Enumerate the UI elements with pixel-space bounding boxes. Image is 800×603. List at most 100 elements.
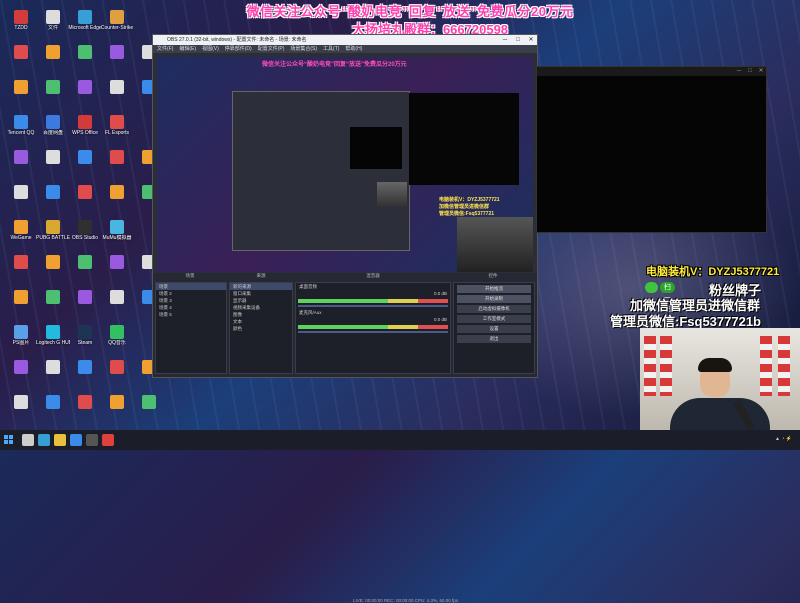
desktop-icon[interactable] [100,148,134,184]
source-item[interactable]: 窗口采集 [230,290,292,297]
minimize-icon[interactable]: ─ [499,35,511,45]
desktop-icon[interactable]: FL Esports [100,113,134,149]
desktop-icon[interactable] [36,253,70,289]
desktop-icon[interactable] [68,148,102,184]
scene-item[interactable]: 场景 3 [156,297,226,304]
desktop-icon[interactable]: WeGame [4,218,38,254]
scene-item[interactable]: 场景 2 [156,290,226,297]
source-item[interactable]: 颜色 [230,325,292,332]
desktop-icon[interactable] [68,183,102,219]
desktop-icon[interactable] [4,393,38,429]
desktop-icon[interactable] [100,43,134,79]
controls-header: 控件 [488,273,498,278]
desktop-icon[interactable]: OBS Studio [68,218,102,254]
desktop-icon[interactable] [100,288,134,324]
source-item[interactable]: 文本 [230,318,292,325]
taskbar-edge-icon[interactable] [38,434,50,446]
control-button[interactable]: 退出 [457,335,531,343]
scene-item[interactable]: 场景 5 [156,311,226,318]
desktop-icon[interactable] [4,253,38,289]
taskbar-obs-icon[interactable] [86,434,98,446]
desktop-icon[interactable] [4,358,38,394]
control-button[interactable]: 工作室模式 [457,315,531,323]
desktop-icon[interactable]: Tencent QQ [4,113,38,149]
desktop-icon[interactable]: 百度网盘 [36,113,70,149]
desktop-icon[interactable]: WPS Office [68,113,102,149]
system-tray[interactable]: ▲ ◔ ⚡ [775,436,792,442]
desktop-icon[interactable] [68,393,102,429]
source-item[interactable]: 视频采集设备 [230,304,292,311]
desktop-icon[interactable] [36,358,70,394]
desktop-icon[interactable] [4,78,38,114]
volume-slider[interactable] [298,305,448,307]
desktop-icon[interactable] [100,183,134,219]
menu-item[interactable]: 帮助(H) [345,46,362,52]
desktop-icon[interactable]: Steam [68,323,102,359]
black-window[interactable]: ─ □ ✕ [536,66,767,233]
desktop-icon[interactable] [36,288,70,324]
desktop-icon[interactable]: PUBG BATTLEGROUNDS [36,218,70,254]
close-icon[interactable]: ✕ [525,35,537,45]
desktop-icon[interactable] [132,393,166,429]
obs-titlebar[interactable]: OBS 27.0.1 (32-bit, windows) - 配置文件: 未命名… [153,35,537,45]
menu-item[interactable]: 配置文件(P) [258,46,285,52]
desktop-icon[interactable]: Counter-Strike [100,8,134,44]
control-button[interactable]: 设置 [457,325,531,333]
desktop-icon[interactable] [36,148,70,184]
obs-preview[interactable]: 微信关注公众号“酸奶电竞”回复“放送”免费瓜分20万元 电脑装机V：DYZJ53… [157,57,533,272]
menu-item[interactable]: 视图(V) [202,46,219,52]
windows-start-icon[interactable] [4,435,14,445]
desktop-icon[interactable]: QQ音乐 [100,323,134,359]
app-icon [46,360,60,374]
desktop-icon[interactable] [100,78,134,114]
taskbar-qq-icon[interactable] [70,434,82,446]
desktop-icon[interactable] [36,43,70,79]
desktop-icon[interactable] [68,253,102,289]
desktop-icon[interactable]: TZDD [4,8,38,44]
volume-slider[interactable] [298,331,448,333]
menu-item[interactable]: 停靠部件(D) [225,46,252,52]
control-button[interactable]: 开始录制 [457,295,531,303]
control-button[interactable]: 开始推流 [457,285,531,293]
menu-item[interactable]: 场景集合(S) [290,46,317,52]
taskbar-search-icon[interactable] [22,434,34,446]
scene-item[interactable]: 场景 [156,283,226,290]
obs-window[interactable]: OBS 27.0.1 (32-bit, windows) - 配置文件: 未命名… [152,34,538,603]
desktop-icon[interactable]: PS图片 [4,323,38,359]
taskbar-explorer-icon[interactable] [54,434,66,446]
desktop-icon[interactable]: Logitech G HUB [36,323,70,359]
menu-item[interactable]: 编辑(E) [179,46,196,52]
maximize-icon[interactable]: □ [512,35,524,45]
desktop-icon[interactable]: 文件 [36,8,70,44]
desktop-icon[interactable] [68,78,102,114]
desktop-icon[interactable] [4,43,38,79]
desktop-icon[interactable] [100,358,134,394]
desktop-icon[interactable]: Microsoft Edge [68,8,102,44]
desktop-icon[interactable] [36,78,70,114]
black-window-titlebar[interactable]: ─ □ ✕ [537,67,766,76]
desktop-icon[interactable] [4,288,38,324]
sources-panel[interactable]: 新的来源 窗口采集 显示器 视频采集设备 图像 文本 颜色 [229,282,293,374]
desktop-icon[interactable] [36,183,70,219]
minimize-icon[interactable]: ─ [734,67,744,76]
source-item[interactable]: 新的来源 [230,283,292,290]
desktop-icon[interactable] [68,288,102,324]
taskbar-chrome-icon[interactable] [102,434,114,446]
desktop-icon[interactable] [4,183,38,219]
control-button[interactable]: 启动虚拟摄像机 [457,305,531,313]
close-icon[interactable]: ✕ [756,67,766,76]
desktop-icon[interactable] [36,393,70,429]
menu-item[interactable]: 文件(F) [157,46,173,52]
maximize-icon[interactable]: □ [745,67,755,76]
desktop-icon[interactable] [68,358,102,394]
desktop-icon[interactable] [68,43,102,79]
desktop-icon[interactable] [100,393,134,429]
source-item[interactable]: 图像 [230,311,292,318]
desktop-icon[interactable] [4,148,38,184]
desktop-icon[interactable] [100,253,134,289]
source-item[interactable]: 显示器 [230,297,292,304]
scene-item[interactable]: 场景 4 [156,304,226,311]
scenes-panel[interactable]: 场景 场景 2 场景 3 场景 4 场景 5 [155,282,227,374]
desktop-icon[interactable]: MuMu模拟器 [100,218,134,254]
menu-item[interactable]: 工具(T) [323,46,339,52]
